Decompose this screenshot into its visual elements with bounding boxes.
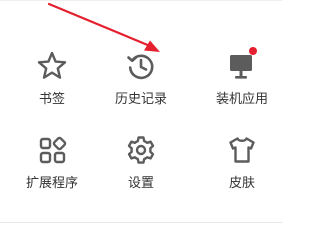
menu-item-label: 扩展程序 xyxy=(25,176,78,191)
menu-item-extensions[interactable]: 扩展程序 xyxy=(8,0,96,191)
menu-item-label: 装机应用 xyxy=(215,92,268,107)
menu-item-label: 设置 xyxy=(127,176,154,191)
tshirt-icon xyxy=(226,134,258,166)
menu-item-label: 历史记录 xyxy=(114,92,167,107)
browser-menu-panel: 书签 历史记录 装机应用 扩展程序 设置 皮肤 xyxy=(0,0,282,226)
menu-item-label: 书签 xyxy=(38,92,65,107)
bottom-divider xyxy=(0,222,282,223)
menu-item-settings[interactable]: 设置 xyxy=(97,0,185,191)
gear-icon xyxy=(125,134,157,166)
menu-item-label: 皮肤 xyxy=(228,176,255,191)
extensions-icon xyxy=(36,134,68,166)
menu-item-skin[interactable]: 皮肤 xyxy=(198,0,286,191)
